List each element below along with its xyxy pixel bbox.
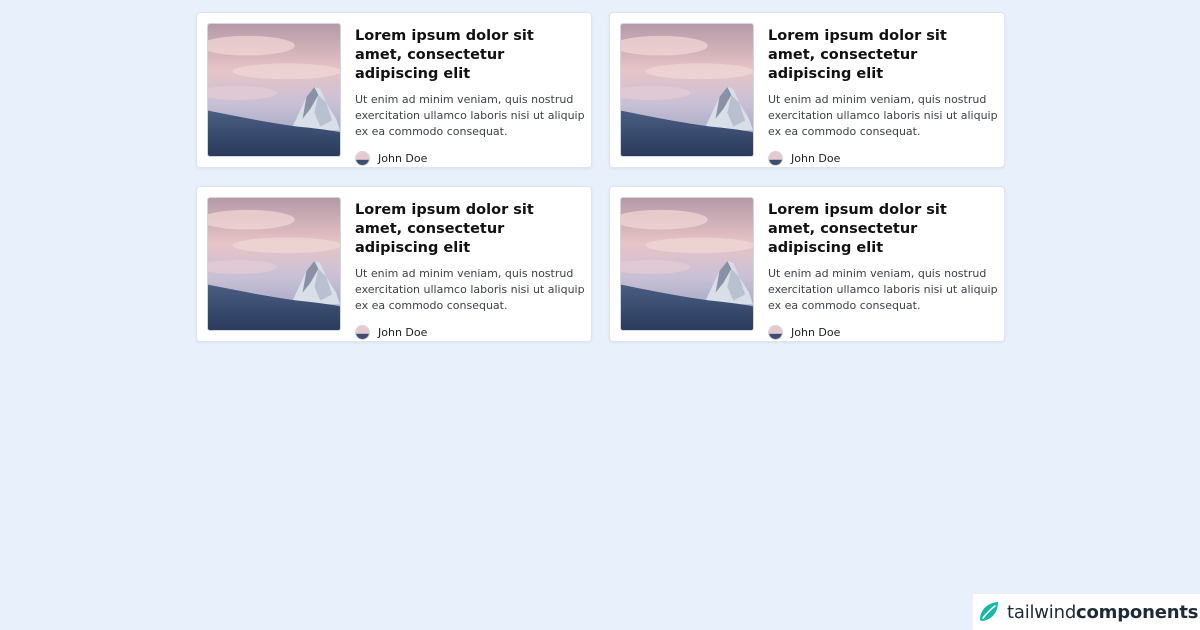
card-title[interactable]: Lorem ipsum dolor sit amet, consectetur … — [355, 27, 580, 84]
card-author: John Doe — [355, 151, 585, 166]
article-card[interactable]: Lorem ipsum dolor sit amet, consectetur … — [196, 186, 592, 342]
card-author: John Doe — [768, 325, 998, 340]
card-description: Ut enim ad minim veniam, quis nostrud ex… — [355, 93, 585, 138]
article-card[interactable]: Lorem ipsum dolor sit amet, consectetur … — [196, 12, 592, 168]
avatar-photo-icon — [355, 325, 370, 340]
card-author: John Doe — [355, 325, 585, 340]
mountain-photo-icon — [207, 23, 341, 157]
avatar-photo-icon — [768, 151, 783, 166]
tailwind-leaf-icon — [980, 602, 998, 621]
mountain-photo-icon — [620, 23, 754, 157]
card-title[interactable]: Lorem ipsum dolor sit amet, consectetur … — [768, 27, 993, 84]
card-title[interactable]: Lorem ipsum dolor sit amet, consectetur … — [355, 201, 580, 258]
card-body: Lorem ipsum dolor sit amet, consectetur … — [355, 23, 585, 166]
card-description: Ut enim ad minim veniam, quis nostrud ex… — [355, 267, 585, 312]
article-card[interactable]: Lorem ipsum dolor sit amet, consectetur … — [609, 186, 1005, 342]
card-description: Ut enim ad minim veniam, quis nostrud ex… — [768, 267, 998, 312]
brand-badge[interactable]: tailwindcomponents — [973, 594, 1200, 630]
author-name: John Doe — [378, 326, 428, 339]
card-grid: Lorem ipsum dolor sit amet, consectetur … — [196, 12, 1005, 342]
author-name: John Doe — [791, 326, 841, 339]
author-name: John Doe — [378, 152, 428, 165]
brand-name: tailwindcomponents — [1007, 602, 1198, 623]
card-body: Lorem ipsum dolor sit amet, consectetur … — [768, 197, 998, 340]
avatar-photo-icon — [355, 151, 370, 166]
card-description: Ut enim ad minim veniam, quis nostrud ex… — [768, 93, 998, 138]
article-card[interactable]: Lorem ipsum dolor sit amet, consectetur … — [609, 12, 1005, 168]
brand-name-light: tailwind — [1007, 601, 1077, 623]
mountain-photo-icon — [620, 197, 754, 331]
avatar-photo-icon — [768, 325, 783, 340]
card-body: Lorem ipsum dolor sit amet, consectetur … — [355, 197, 585, 340]
card-title[interactable]: Lorem ipsum dolor sit amet, consectetur … — [768, 201, 993, 258]
card-author: John Doe — [768, 151, 998, 166]
mountain-photo-icon — [207, 197, 341, 331]
brand-name-bold: components — [1076, 601, 1199, 623]
author-name: John Doe — [791, 152, 841, 165]
card-body: Lorem ipsum dolor sit amet, consectetur … — [768, 23, 998, 166]
